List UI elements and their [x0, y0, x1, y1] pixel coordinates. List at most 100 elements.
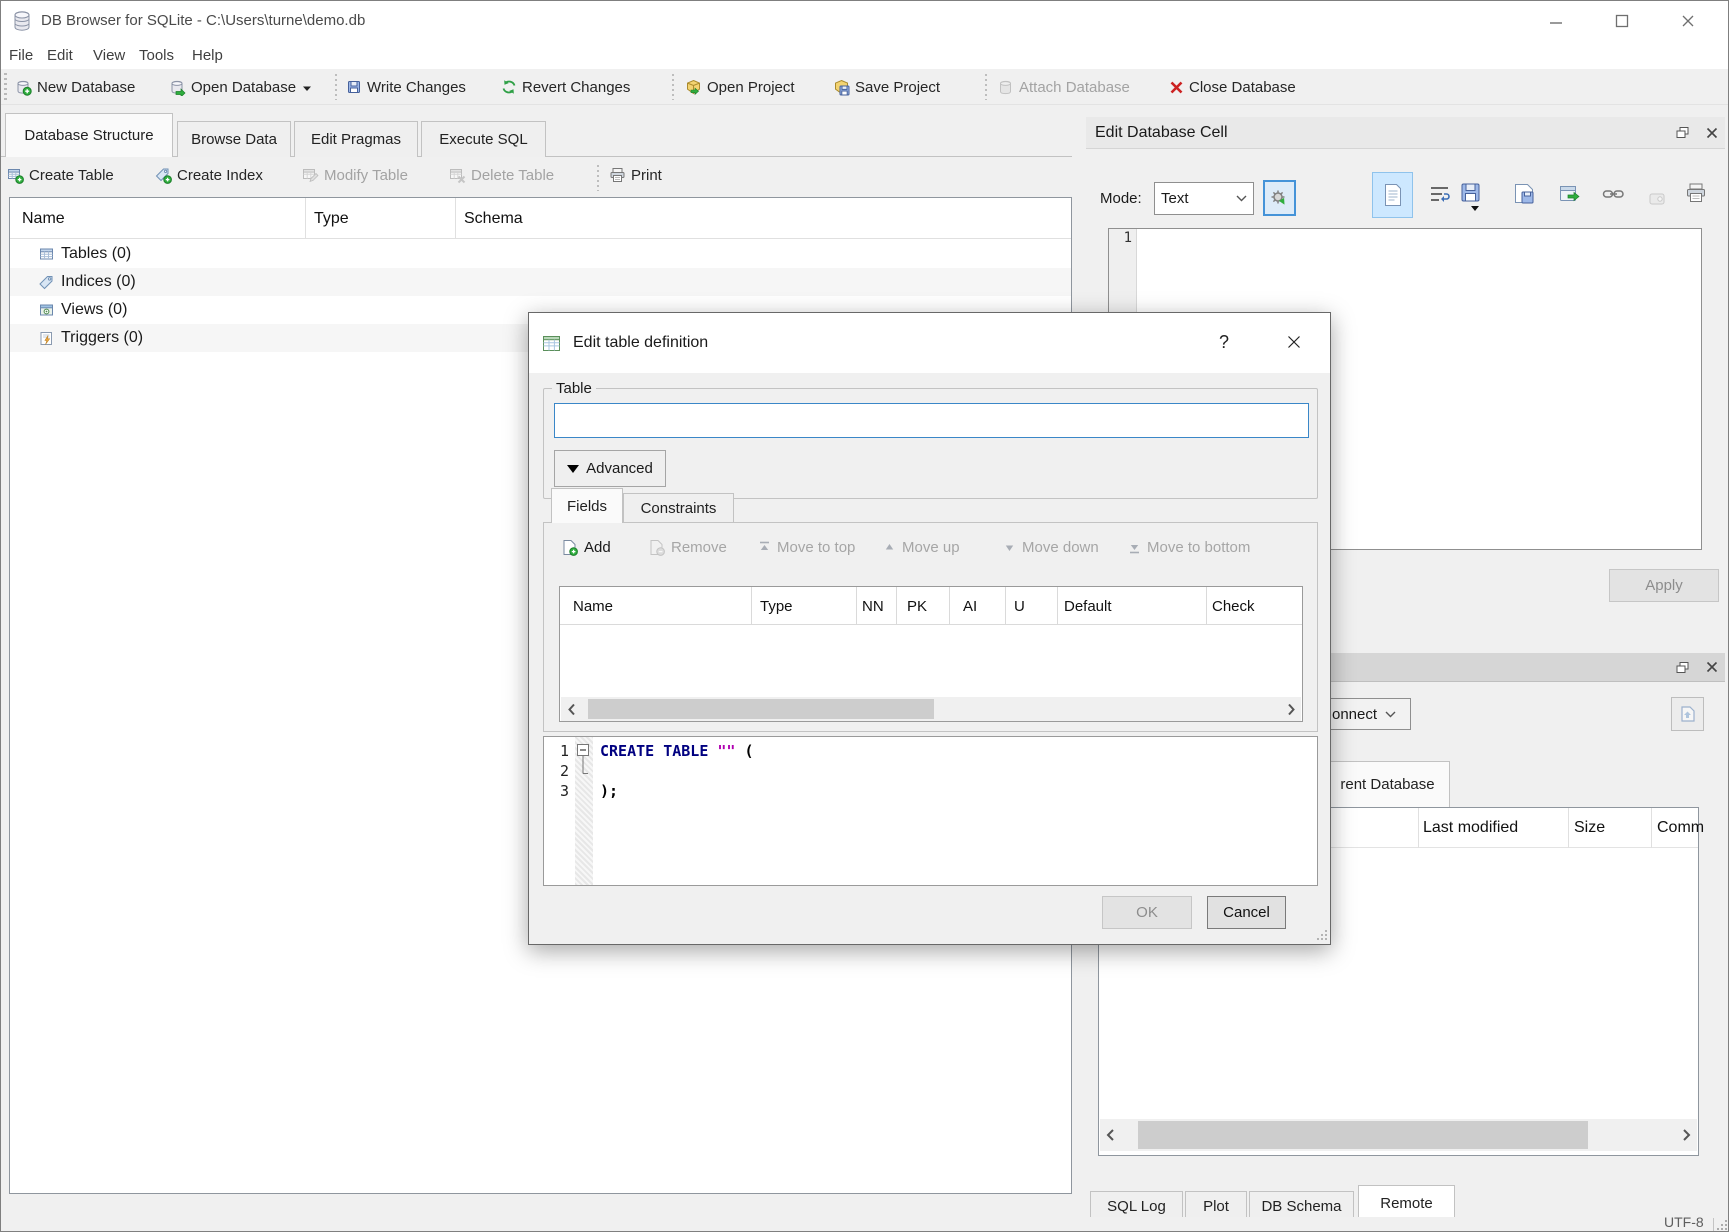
- move-to-bottom-button[interactable]: Move to bottom: [1128, 539, 1250, 556]
- menu-tools[interactable]: Tools: [133, 43, 180, 68]
- close-window-icon[interactable]: [1673, 11, 1703, 31]
- table-name-input[interactable]: [554, 403, 1309, 438]
- col-pk[interactable]: PK: [907, 587, 927, 625]
- remove-icon: [648, 539, 665, 556]
- open-in-external-button[interactable]: [1558, 182, 1581, 205]
- fields-table-header: Name Type NN PK AI U Default Check: [560, 587, 1302, 625]
- null-value-icon[interactable]: [1649, 193, 1665, 205]
- fields-hscrollbar[interactable]: [561, 697, 1301, 721]
- tree-column-name[interactable]: Name: [22, 198, 65, 239]
- menu-edit[interactable]: Edit: [41, 43, 79, 68]
- column-last-modified[interactable]: Last modified: [1423, 808, 1518, 848]
- tree-column-type[interactable]: Type: [314, 198, 349, 239]
- revert-changes-button[interactable]: Revert Changes: [501, 74, 630, 100]
- col-type[interactable]: Type: [760, 587, 793, 625]
- remove-field-button[interactable]: Remove: [648, 539, 727, 556]
- tree-row-tables[interactable]: Tables (0): [10, 240, 1071, 268]
- apply-button[interactable]: Apply: [1609, 569, 1719, 602]
- tab-edit-pragmas[interactable]: Edit Pragmas: [294, 121, 418, 157]
- attach-database-button[interactable]: Attach Database: [997, 74, 1130, 100]
- menu-help[interactable]: Help: [186, 43, 229, 68]
- float-panel-icon[interactable]: [1671, 656, 1693, 678]
- tab-current-database[interactable]: rent Database: [1313, 761, 1450, 807]
- write-changes-button[interactable]: Write Changes: [346, 74, 466, 100]
- col-default[interactable]: Default: [1064, 587, 1112, 625]
- dialog-help-button[interactable]: ?: [1211, 329, 1237, 355]
- close-database-button[interactable]: Close Database: [1169, 74, 1296, 100]
- mode-select[interactable]: Text: [1154, 182, 1254, 215]
- float-panel-icon[interactable]: [1671, 122, 1693, 144]
- tab-database-structure[interactable]: Database Structure: [5, 113, 173, 157]
- modify-table-button[interactable]: Modify Table: [302, 167, 408, 184]
- app-icon: [11, 9, 33, 33]
- menu-view[interactable]: View: [87, 43, 131, 68]
- col-nn[interactable]: NN: [862, 587, 884, 625]
- scroll-right-icon[interactable]: [1281, 697, 1301, 721]
- text-mode-button[interactable]: [1372, 172, 1413, 218]
- dialog-tab-fields[interactable]: Fields: [551, 488, 623, 523]
- ok-button[interactable]: OK: [1102, 896, 1192, 929]
- trigger-icon: [38, 330, 55, 347]
- toolbar-handle[interactable]: [4, 73, 7, 101]
- auto-apply-toggle-button[interactable]: [1263, 180, 1296, 216]
- status-bar: UTF-8: [1, 1217, 1729, 1232]
- maximize-button[interactable]: [1607, 11, 1637, 31]
- structure-toolbar: Create Table Create Index Modify Table D…: [1, 159, 1072, 197]
- tab-execute-sql[interactable]: Execute SQL: [421, 121, 546, 157]
- tab-remote[interactable]: Remote: [1358, 1185, 1455, 1221]
- sql-pre view-editor[interactable]: 1 2 3 CREATE TABLE "" ( );: [543, 736, 1318, 886]
- dialog-close-icon[interactable]: [1281, 329, 1307, 355]
- import-text-button[interactable]: [1459, 181, 1483, 212]
- move-up-button[interactable]: Move up: [883, 539, 960, 556]
- dialog-resize-grip[interactable]: [1316, 930, 1328, 942]
- tree-column-schema[interactable]: Schema: [464, 198, 523, 239]
- open-database-dropdown-icon[interactable]: [303, 85, 312, 92]
- dialog-tab-constraints[interactable]: Constraints: [623, 493, 734, 523]
- scroll-left-icon[interactable]: [1100, 1119, 1120, 1151]
- close-panel-icon[interactable]: [1701, 122, 1723, 144]
- scroll-left-icon[interactable]: [561, 697, 581, 721]
- scrollbar-thumb[interactable]: [588, 699, 934, 719]
- delete-table-button[interactable]: Delete Table: [449, 167, 554, 184]
- close-panel-icon[interactable]: [1701, 656, 1723, 678]
- col-u[interactable]: U: [1014, 587, 1025, 625]
- col-name[interactable]: Name: [573, 587, 613, 625]
- save-project-button[interactable]: Save Project: [833, 74, 940, 100]
- tree-row-indices[interactable]: Indices (0): [10, 268, 1071, 296]
- col-ai[interactable]: AI: [963, 587, 977, 625]
- print-cell-icon[interactable]: [1685, 182, 1707, 204]
- encoding-status[interactable]: UTF-8: [1664, 1214, 1704, 1230]
- cancel-button[interactable]: Cancel: [1207, 896, 1286, 929]
- add-icon: [561, 539, 578, 556]
- add-field-button[interactable]: Add: [561, 539, 611, 556]
- scrollbar-thumb[interactable]: [1138, 1121, 1588, 1149]
- move-to-top-button[interactable]: Move to top: [758, 539, 855, 556]
- fold-margin: [575, 737, 593, 885]
- column-size[interactable]: Size: [1574, 808, 1605, 848]
- export-text-button[interactable]: [1513, 182, 1536, 205]
- create-index-button[interactable]: Create Index: [155, 167, 263, 184]
- tab-browse-data[interactable]: Browse Data: [177, 121, 291, 157]
- word-wrap-icon[interactable]: [1429, 184, 1451, 206]
- col-check[interactable]: Check: [1212, 587, 1255, 625]
- print-icon: [609, 167, 626, 184]
- menu-file[interactable]: File: [3, 43, 39, 68]
- minimize-button[interactable]: [1541, 13, 1571, 31]
- file-list-hscrollbar[interactable]: [1100, 1119, 1697, 1151]
- push-database-button[interactable]: [1671, 697, 1704, 731]
- resize-grip[interactable]: [1717, 1220, 1728, 1231]
- scroll-right-icon[interactable]: [1677, 1119, 1697, 1151]
- advanced-button[interactable]: Advanced: [554, 450, 666, 487]
- open-database-button[interactable]: Open Database: [169, 74, 296, 100]
- new-database-button[interactable]: New Database: [15, 74, 135, 100]
- dialog-title-bar[interactable]: Edit table definition ?: [529, 313, 1330, 373]
- print-button[interactable]: Print: [609, 167, 662, 184]
- column-commit[interactable]: Comm: [1657, 808, 1704, 848]
- fold-collapse-icon[interactable]: [576, 743, 592, 783]
- move-to-bottom-icon: [1128, 541, 1141, 554]
- open-project-button[interactable]: Open Project: [685, 74, 795, 100]
- table-definition-icon: [542, 334, 561, 353]
- move-down-button[interactable]: Move down: [1003, 539, 1099, 556]
- create-table-button[interactable]: Create Table: [7, 167, 114, 184]
- link-icon[interactable]: [1602, 186, 1625, 202]
